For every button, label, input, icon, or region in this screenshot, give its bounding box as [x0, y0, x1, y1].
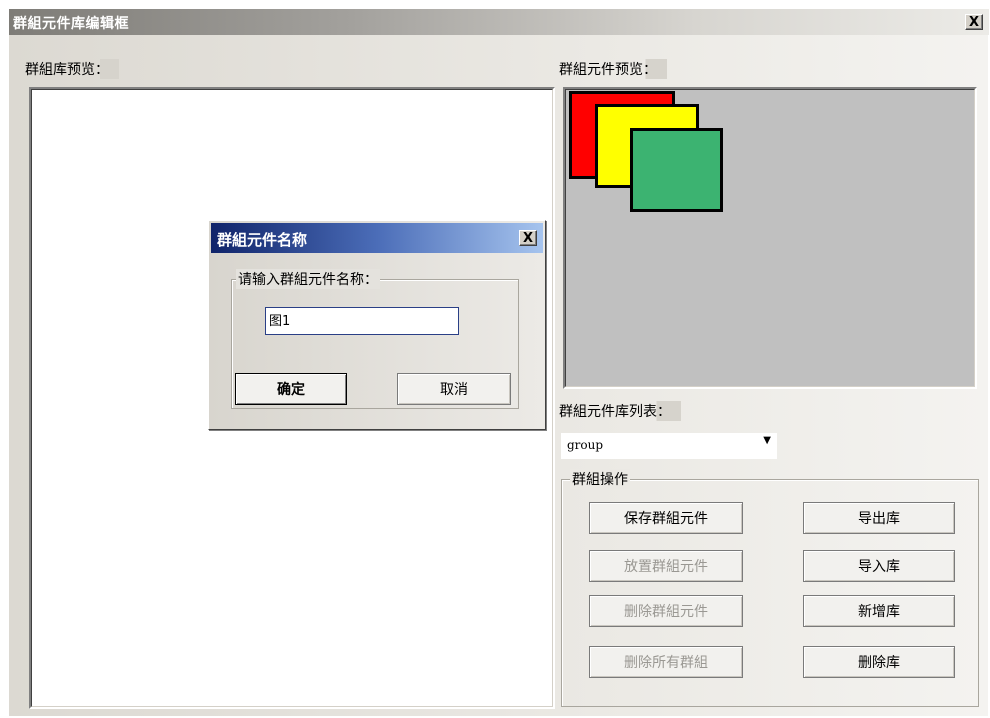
group-operations-title: 群組操作 — [570, 469, 630, 489]
place-group-button[interactable]: 放置群組元件 — [589, 550, 743, 582]
library-select-value: group — [567, 438, 604, 452]
dialog-close-button[interactable]: X — [519, 230, 537, 246]
group-preview-canvas[interactable] — [563, 87, 977, 389]
library-select[interactable]: group ▼ — [561, 433, 777, 459]
title-bar[interactable]: 群組元件库编辑框 X — [9, 9, 989, 35]
group-preview-label: 群組元件预览： — [559, 59, 667, 79]
import-library-button[interactable]: 导入库 — [803, 550, 955, 582]
save-group-button[interactable]: 保存群組元件 — [589, 502, 743, 534]
group-name-dialog: 群組元件名称 X 请输入群組元件名称： 图1 确定 取消 — [208, 220, 546, 430]
chevron-down-icon[interactable]: ▼ — [763, 435, 771, 446]
window-close-button[interactable]: X — [965, 14, 983, 30]
dialog-title: 群組元件名称 — [217, 231, 308, 249]
cancel-button[interactable]: 取消 — [397, 373, 511, 405]
delete-group-button[interactable]: 删除群組元件 — [589, 595, 743, 627]
delete-all-groups-button[interactable]: 删除所有群組 — [589, 646, 743, 678]
new-library-button[interactable]: 新增库 — [803, 595, 955, 627]
library-preview-label: 群組库预览： — [25, 59, 119, 79]
library-list-label: 群組元件库列表： — [559, 401, 681, 421]
window-title: 群組元件库编辑框 — [13, 16, 129, 32]
preview-square-green — [630, 128, 723, 212]
export-library-button[interactable]: 导出库 — [803, 502, 955, 534]
group-name-input[interactable]: 图1 — [265, 307, 459, 335]
name-input-group-label: 请输入群組元件名称： — [236, 269, 380, 289]
ok-button[interactable]: 确定 — [235, 373, 347, 405]
delete-library-button[interactable]: 删除库 — [803, 646, 955, 678]
dialog-title-bar[interactable]: 群組元件名称 X — [211, 223, 543, 253]
